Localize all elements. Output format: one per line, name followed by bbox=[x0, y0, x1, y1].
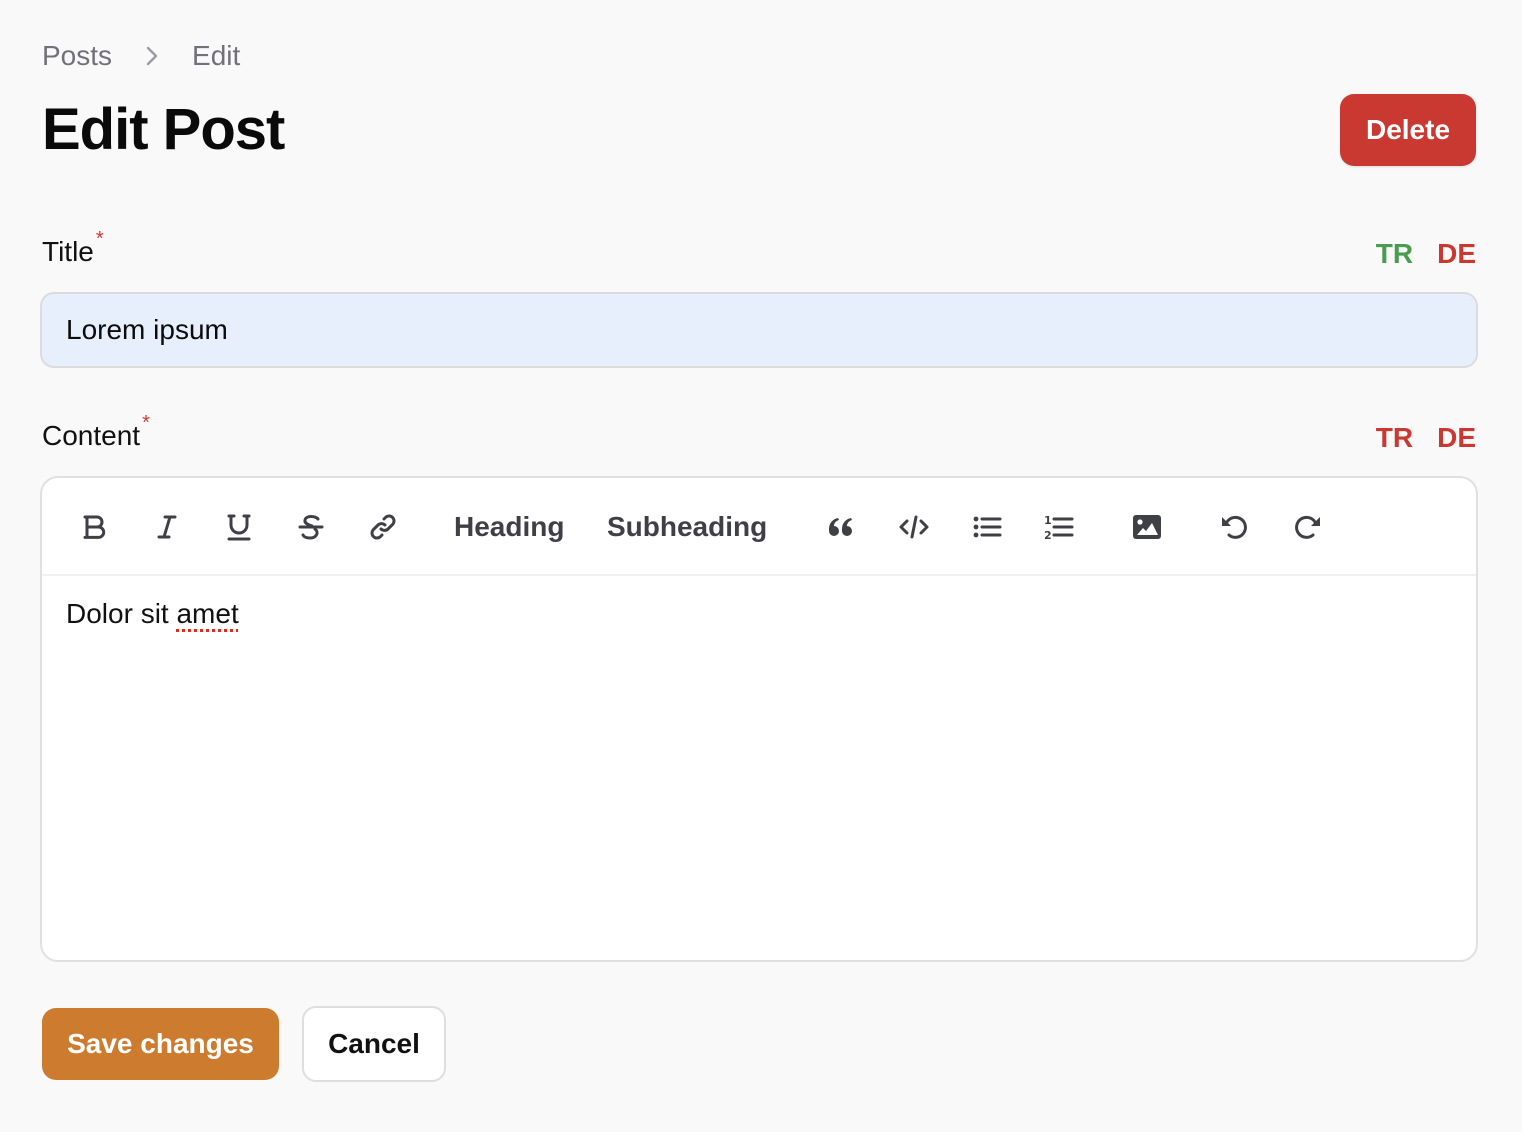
editor-toolbar: Heading Subheading 12 bbox=[42, 478, 1476, 576]
title-language-switcher: TR DE bbox=[1376, 238, 1476, 270]
content-label: Content * bbox=[42, 412, 150, 452]
required-mark: * bbox=[95, 228, 104, 250]
content-lang-de[interactable]: DE bbox=[1437, 422, 1476, 454]
italic-icon bbox=[157, 515, 177, 539]
cancel-button[interactable]: Cancel bbox=[302, 1006, 446, 1082]
edit-post-page: Posts Edit Edit Post Delete Title * TR DE… bbox=[0, 0, 1522, 1132]
delete-button[interactable]: Delete bbox=[1340, 94, 1476, 166]
breadcrumb: Posts Edit bbox=[42, 40, 240, 72]
heading-button[interactable]: Heading bbox=[454, 502, 564, 552]
link-icon bbox=[370, 514, 396, 540]
misspelled-word: amet bbox=[176, 598, 239, 629]
content-language-switcher: TR DE bbox=[1376, 422, 1476, 454]
required-mark: * bbox=[142, 412, 150, 434]
content-lang-tr[interactable]: TR bbox=[1376, 422, 1413, 454]
breadcrumb-posts-link[interactable]: Posts bbox=[42, 40, 112, 72]
subheading-button[interactable]: Subheading bbox=[607, 502, 767, 552]
undo-button[interactable] bbox=[1212, 502, 1258, 552]
redo-button[interactable] bbox=[1284, 502, 1330, 552]
svg-text:1: 1 bbox=[1044, 514, 1052, 527]
breadcrumb-edit: Edit bbox=[192, 40, 241, 71]
bold-icon bbox=[83, 515, 106, 539]
svg-text:2: 2 bbox=[1044, 529, 1052, 542]
title-lang-tr[interactable]: TR bbox=[1376, 238, 1413, 270]
content-label-text: Content bbox=[42, 420, 141, 451]
ordered-list-button[interactable]: 12 bbox=[1036, 502, 1082, 552]
title-lang-de[interactable]: DE bbox=[1437, 238, 1476, 270]
title-label-text: Title bbox=[42, 236, 94, 267]
chevron-right-icon bbox=[144, 45, 160, 67]
ordered-list-icon: 12 bbox=[1044, 514, 1074, 542]
rich-text-editor: Heading Subheading 12 Dolor sit amet bbox=[40, 476, 1478, 962]
underline-button[interactable] bbox=[216, 502, 262, 552]
bold-button[interactable] bbox=[72, 502, 118, 552]
strikethrough-button[interactable] bbox=[288, 502, 334, 552]
italic-button[interactable] bbox=[144, 502, 190, 552]
save-changes-button[interactable]: Save changes bbox=[42, 1008, 279, 1080]
image-icon bbox=[1133, 515, 1161, 539]
content-editor-area[interactable]: Dolor sit amet bbox=[42, 576, 1476, 652]
redo-icon bbox=[1295, 515, 1320, 539]
insert-image-button[interactable] bbox=[1124, 502, 1170, 552]
strikethrough-icon bbox=[298, 515, 324, 540]
undo-icon bbox=[1222, 515, 1247, 539]
code-icon bbox=[899, 515, 929, 539]
quote-icon bbox=[829, 518, 852, 536]
content-text: Dolor sit bbox=[66, 598, 177, 629]
page-title: Edit Post bbox=[42, 97, 285, 162]
link-button[interactable] bbox=[360, 502, 406, 552]
underline-icon bbox=[227, 514, 251, 541]
blockquote-button[interactable] bbox=[818, 502, 864, 552]
bullet-list-icon bbox=[973, 516, 1002, 538]
title-input[interactable] bbox=[40, 292, 1478, 368]
code-block-button[interactable] bbox=[890, 502, 938, 552]
title-label: Title * bbox=[42, 228, 104, 268]
bullet-list-button[interactable] bbox=[964, 502, 1010, 552]
